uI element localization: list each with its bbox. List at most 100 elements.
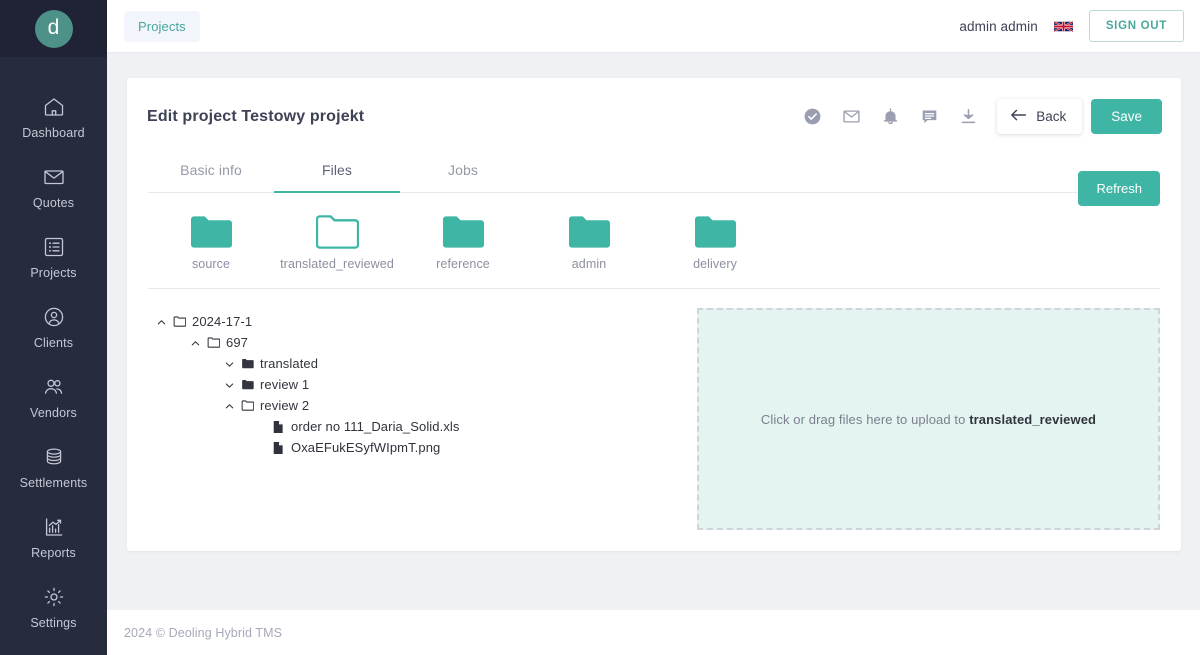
folder-filled-icon bbox=[241, 357, 254, 370]
tab-basic-info[interactable]: Basic info bbox=[148, 150, 274, 193]
user-circle-icon bbox=[42, 305, 66, 329]
bell-icon bbox=[881, 107, 900, 126]
tree-node-label: review 2 bbox=[260, 398, 309, 413]
users-icon bbox=[42, 375, 66, 399]
tree-node-file-png[interactable]: OxaEFukESyfWIpmT.png bbox=[148, 437, 673, 458]
approve-icon-button[interactable] bbox=[793, 100, 832, 134]
folder-source[interactable]: source bbox=[148, 215, 274, 271]
sidebar-item-label: Projects bbox=[30, 266, 76, 280]
sidebar-item-label: Settlements bbox=[20, 476, 88, 490]
envelope-icon bbox=[42, 165, 66, 189]
arrow-left-icon bbox=[1010, 108, 1027, 125]
folder-filled-icon bbox=[442, 215, 485, 249]
logo-letter: d bbox=[35, 10, 73, 48]
folder-outline-icon bbox=[241, 399, 254, 412]
sidebar-item-reports[interactable]: Reports bbox=[0, 503, 107, 573]
gear-icon bbox=[42, 585, 66, 609]
sidebar-item-label: Reports bbox=[31, 546, 76, 560]
folder-admin[interactable]: admin bbox=[526, 215, 652, 271]
chevron-up-icon[interactable] bbox=[156, 316, 167, 327]
chevron-up-icon[interactable] bbox=[190, 337, 201, 348]
sidebar-item-vendors[interactable]: Vendors bbox=[0, 363, 107, 433]
tree-node-label: review 1 bbox=[260, 377, 309, 392]
tree-node-2024-17-1[interactable]: 2024-17-1 bbox=[148, 311, 673, 332]
sidebar-item-label: Settings bbox=[30, 616, 76, 630]
current-user-name: admin admin bbox=[959, 19, 1037, 34]
sidebar-item-projects[interactable]: Projects bbox=[0, 223, 107, 293]
folder-filled-icon bbox=[241, 378, 254, 391]
folder-filled-icon bbox=[190, 215, 233, 249]
content-area: Edit project Testowy projekt bbox=[107, 53, 1200, 610]
approve-icon bbox=[803, 107, 822, 126]
sidebar-item-label: Dashboard bbox=[22, 126, 85, 140]
sidebar-item-label: Quotes bbox=[33, 196, 74, 210]
app-root: d Dashboard Quotes bbox=[0, 0, 1200, 655]
refresh-button[interactable]: Refresh bbox=[1078, 171, 1160, 206]
folder-row: Refresh source bbox=[148, 193, 1160, 289]
topbar-right: admin admin SIGN OUT bbox=[959, 10, 1184, 42]
tree-node-review-2[interactable]: review 2 bbox=[148, 395, 673, 416]
chevron-down-icon[interactable] bbox=[224, 379, 235, 390]
footer-text: 2024 © Deoling Hybrid TMS bbox=[124, 626, 282, 640]
sidebar-item-clients[interactable]: Clients bbox=[0, 293, 107, 363]
tree-node-file-xls[interactable]: order no 111_Daria_Solid.xls bbox=[148, 416, 673, 437]
card-header: Edit project Testowy projekt bbox=[127, 78, 1181, 141]
tree-node-translated[interactable]: translated bbox=[148, 353, 673, 374]
folder-label: admin bbox=[572, 257, 607, 271]
tree-node-review-1[interactable]: review 1 bbox=[148, 374, 673, 395]
folder-delivery[interactable]: delivery bbox=[652, 215, 778, 271]
tab-files[interactable]: Files bbox=[274, 150, 400, 193]
folder-translated-reviewed[interactable]: translated_reviewed bbox=[274, 215, 400, 271]
download-icon bbox=[959, 107, 978, 126]
home-icon bbox=[42, 95, 66, 119]
folder-label: translated_reviewed bbox=[280, 257, 394, 271]
save-button[interactable]: Save bbox=[1091, 99, 1162, 134]
list-icon bbox=[42, 235, 66, 259]
footer: 2024 © Deoling Hybrid TMS bbox=[107, 610, 1200, 655]
sidebar: d Dashboard Quotes bbox=[0, 0, 107, 655]
sidebar-item-dashboard[interactable]: Dashboard bbox=[0, 83, 107, 153]
files-body: 2024-17-1 697 bbox=[127, 289, 1181, 551]
tree-node-label: 697 bbox=[226, 335, 248, 350]
bell-icon-button[interactable] bbox=[871, 100, 910, 134]
folder-label: delivery bbox=[693, 257, 737, 271]
mail-icon-button[interactable] bbox=[832, 100, 871, 134]
folder-list: source translated_reviewed bbox=[148, 215, 1160, 271]
chart-icon bbox=[42, 515, 66, 539]
tree-node-label: 2024-17-1 bbox=[192, 314, 252, 329]
breadcrumb-projects[interactable]: Projects bbox=[124, 11, 200, 42]
header-actions: Back Save bbox=[793, 99, 1162, 134]
folder-filled-icon bbox=[694, 215, 737, 249]
tree-node-label: translated bbox=[260, 356, 318, 371]
file-tree: 2024-17-1 697 bbox=[148, 308, 673, 530]
tab-jobs[interactable]: Jobs bbox=[400, 150, 526, 193]
project-card: Edit project Testowy projekt bbox=[127, 78, 1181, 551]
folder-label: source bbox=[192, 257, 230, 271]
download-icon-button[interactable] bbox=[949, 100, 988, 134]
comment-icon bbox=[920, 107, 939, 126]
sidebar-item-settlements[interactable]: Settlements bbox=[0, 433, 107, 503]
sidebar-logo[interactable]: d bbox=[0, 0, 107, 57]
folder-reference[interactable]: reference bbox=[400, 215, 526, 271]
file-dropzone[interactable]: Click or drag files here to upload to tr… bbox=[697, 308, 1160, 530]
chevron-down-icon[interactable] bbox=[224, 358, 235, 369]
chevron-up-icon[interactable] bbox=[224, 400, 235, 411]
comment-icon-button[interactable] bbox=[910, 100, 949, 134]
sidebar-item-label: Vendors bbox=[30, 406, 77, 420]
uk-flag-icon[interactable] bbox=[1054, 19, 1073, 34]
file-icon bbox=[272, 420, 285, 433]
back-button[interactable]: Back bbox=[997, 99, 1082, 134]
file-icon bbox=[272, 441, 285, 454]
tree-node-697[interactable]: 697 bbox=[148, 332, 673, 353]
folder-outline-icon bbox=[207, 336, 220, 349]
mail-icon bbox=[842, 107, 861, 126]
sidebar-item-settings[interactable]: Settings bbox=[0, 573, 107, 643]
dropzone-target-folder: translated_reviewed bbox=[969, 412, 1096, 427]
main-region: Projects admin admin SIGN OUT bbox=[107, 0, 1200, 655]
tree-node-label: OxaEFukESyfWIpmT.png bbox=[291, 440, 440, 455]
sign-out-button[interactable]: SIGN OUT bbox=[1089, 10, 1184, 42]
tree-node-label: order no 111_Daria_Solid.xls bbox=[291, 419, 460, 434]
folder-outline-icon bbox=[173, 315, 186, 328]
folder-filled-icon bbox=[568, 215, 611, 249]
sidebar-item-quotes[interactable]: Quotes bbox=[0, 153, 107, 223]
